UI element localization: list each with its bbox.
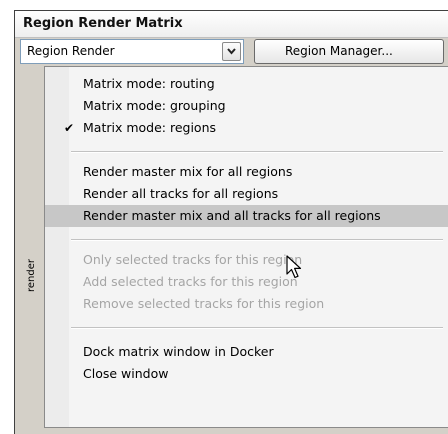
menu-item-add-selected-tracks: Add selected tracks for this region xyxy=(45,271,448,293)
side-panel-label: render xyxy=(26,259,37,292)
menu-item-matrix-mode-grouping[interactable]: Matrix mode: grouping xyxy=(45,95,448,117)
region-render-select-value: Region Render xyxy=(27,44,115,58)
menu-item-label: Dock matrix window in Docker xyxy=(83,344,274,359)
region-manager-button-label: Region Manager... xyxy=(285,44,393,58)
menu-item-only-selected-tracks: Only selected tracks for this region xyxy=(45,249,448,271)
menu-item-render-master-mix[interactable]: Render master mix for all regions xyxy=(45,161,448,183)
menu-item-remove-selected-tracks: Remove selected tracks for this region xyxy=(45,293,448,315)
dropdown-arrow-button[interactable] xyxy=(222,42,241,61)
menu-item-label: Only selected tracks for this region xyxy=(83,252,303,267)
menu-item-label: Matrix mode: routing xyxy=(83,76,215,91)
title-bar[interactable]: Region Render Matrix xyxy=(15,11,448,38)
chevron-down-icon xyxy=(227,48,236,55)
menu-item-label: Add selected tracks for this region xyxy=(83,274,298,289)
region-manager-button[interactable]: Region Manager... xyxy=(254,39,444,64)
menu-item-dock-in-docker[interactable]: Dock matrix window in Docker xyxy=(45,341,448,363)
menu-item-label: Remove selected tracks for this region xyxy=(83,296,325,311)
region-render-select[interactable]: Region Render xyxy=(20,39,244,64)
menu-separator xyxy=(71,239,443,241)
menu-item-label: Render master mix for all regions xyxy=(83,164,293,179)
context-menu: Matrix mode: routing Matrix mode: groupi… xyxy=(44,66,448,428)
menu-separator xyxy=(71,151,443,153)
menu-item-label: Close window xyxy=(83,366,169,381)
menu-item-render-master-mix-and-all-tracks[interactable]: Render master mix and all tracks for all… xyxy=(45,205,448,227)
menu-item-label: Matrix mode: grouping xyxy=(83,98,226,113)
menu-separator xyxy=(71,327,443,329)
window-title: Region Render Matrix xyxy=(23,16,183,31)
menu-item-render-all-tracks[interactable]: Render all tracks for all regions xyxy=(45,183,448,205)
menu-item-matrix-mode-regions[interactable]: ✔ Matrix mode: regions xyxy=(45,117,448,139)
menu-item-label: Render master mix and all tracks for all… xyxy=(83,208,381,223)
menu-item-close-window[interactable]: Close window xyxy=(45,363,448,385)
mouse-pointer-icon xyxy=(286,255,302,279)
menu-item-label: Matrix mode: regions xyxy=(83,120,217,135)
checkmark-icon: ✔ xyxy=(64,121,75,135)
menu-item-label: Render all tracks for all regions xyxy=(83,186,279,201)
menu-item-matrix-mode-routing[interactable]: Matrix mode: routing xyxy=(45,73,448,95)
